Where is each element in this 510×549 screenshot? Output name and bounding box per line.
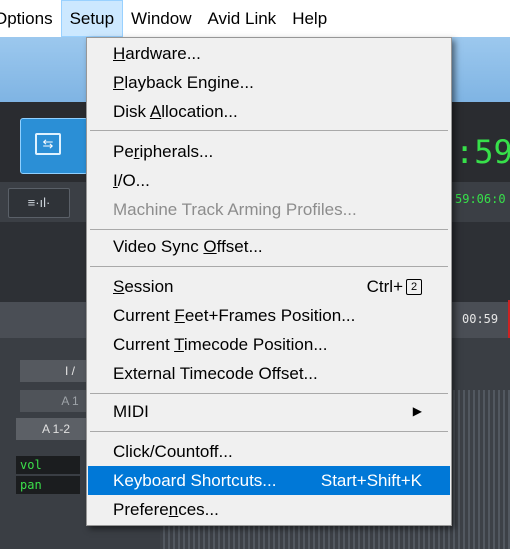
menu-item-label: MIDI (113, 402, 149, 421)
menu-item-label: Peripherals... (113, 142, 214, 161)
menu-setup[interactable]: Setup (60, 0, 124, 37)
menu-item-label: I/O... (113, 171, 150, 190)
menu-item-current-feet-frames[interactable]: Current Feet+Frames Position... (88, 301, 450, 330)
menu-item-session[interactable]: Session Ctrl+ 2 (88, 272, 450, 301)
menu-item-hardware[interactable]: Hardware... (88, 39, 450, 68)
menu-item-label: Current Timecode Position... (113, 335, 328, 354)
menu-item-label: Session (113, 277, 174, 296)
menu-avid-link[interactable]: Avid Link (200, 0, 285, 37)
menu-item-label: Disk Allocation... (113, 102, 238, 121)
menu-separator (90, 431, 448, 432)
sub-counter: 59:06:0 (455, 192, 506, 206)
menu-item-disk-allocation[interactable]: Disk Allocation... (88, 97, 450, 126)
menu-window[interactable]: Window (123, 0, 199, 37)
menu-item-peripherals[interactable]: Peripherals... (88, 137, 450, 166)
menu-item-label: External Timecode Offset... (113, 364, 318, 383)
menu-item-label: Machine Track Arming Profiles... (113, 200, 357, 219)
digit-key-icon: 2 (406, 278, 422, 295)
transport-button[interactable]: ⇆ (20, 118, 88, 174)
menu-help[interactable]: Help (284, 0, 335, 37)
param-vol[interactable]: vol (16, 456, 80, 474)
menu-item-playback-engine[interactable]: Playback Engine... (88, 68, 450, 97)
menu-item-io[interactable]: I/O... (88, 166, 450, 195)
menu-item-label: Current Feet+Frames Position... (113, 306, 356, 325)
menu-item-label: Hardware... (113, 44, 201, 63)
menu-shortcut: Start+Shift+K (320, 471, 422, 490)
menu-item-label: Preferences... (113, 500, 219, 519)
menu-item-keyboard-shortcuts[interactable]: Keyboard Shortcuts... Start+Shift+K (88, 466, 450, 495)
menu-item-preferences[interactable]: Preferences... (88, 495, 450, 524)
menu-options[interactable]: Options (0, 0, 61, 37)
menu-item-label: Keyboard Shortcuts... (113, 471, 277, 490)
ruler-timecode: 00:59 (462, 312, 499, 326)
menu-item-video-sync-offset[interactable]: Video Sync Offset... (88, 232, 450, 261)
menu-separator (90, 229, 448, 230)
menu-separator (90, 266, 448, 267)
param-pan[interactable]: pan (16, 476, 80, 494)
menu-item-click-countoff[interactable]: Click/Countoff... (88, 437, 450, 466)
menu-shortcut: Ctrl+ 2 (367, 272, 422, 301)
menu-item-label: Video Sync Offset... (113, 237, 263, 256)
menu-item-label: Click/Countoff... (113, 442, 233, 461)
menu-item-midi[interactable]: MIDI ▶ (88, 397, 450, 426)
loop-icon: ⇆ (35, 133, 61, 155)
menu-bar: Options Setup Window Avid Link Help (0, 0, 510, 37)
zoom-button[interactable]: ≡·ıl· (8, 188, 70, 218)
menu-separator (90, 130, 448, 131)
setup-dropdown: Hardware... Playback Engine... Disk Allo… (86, 37, 452, 526)
menu-item-current-timecode[interactable]: Current Timecode Position... (88, 330, 450, 359)
main-counter: :59 (455, 133, 510, 171)
menu-item-external-timecode-offset[interactable]: External Timecode Offset... (88, 359, 450, 388)
submenu-arrow-icon: ▶ (412, 404, 422, 418)
menu-item-label: Playback Engine... (113, 73, 254, 92)
track-output-label[interactable]: A 1-2 (16, 418, 96, 440)
menu-separator (90, 393, 448, 394)
menu-item-machine-track-arming: Machine Track Arming Profiles... (88, 195, 450, 224)
